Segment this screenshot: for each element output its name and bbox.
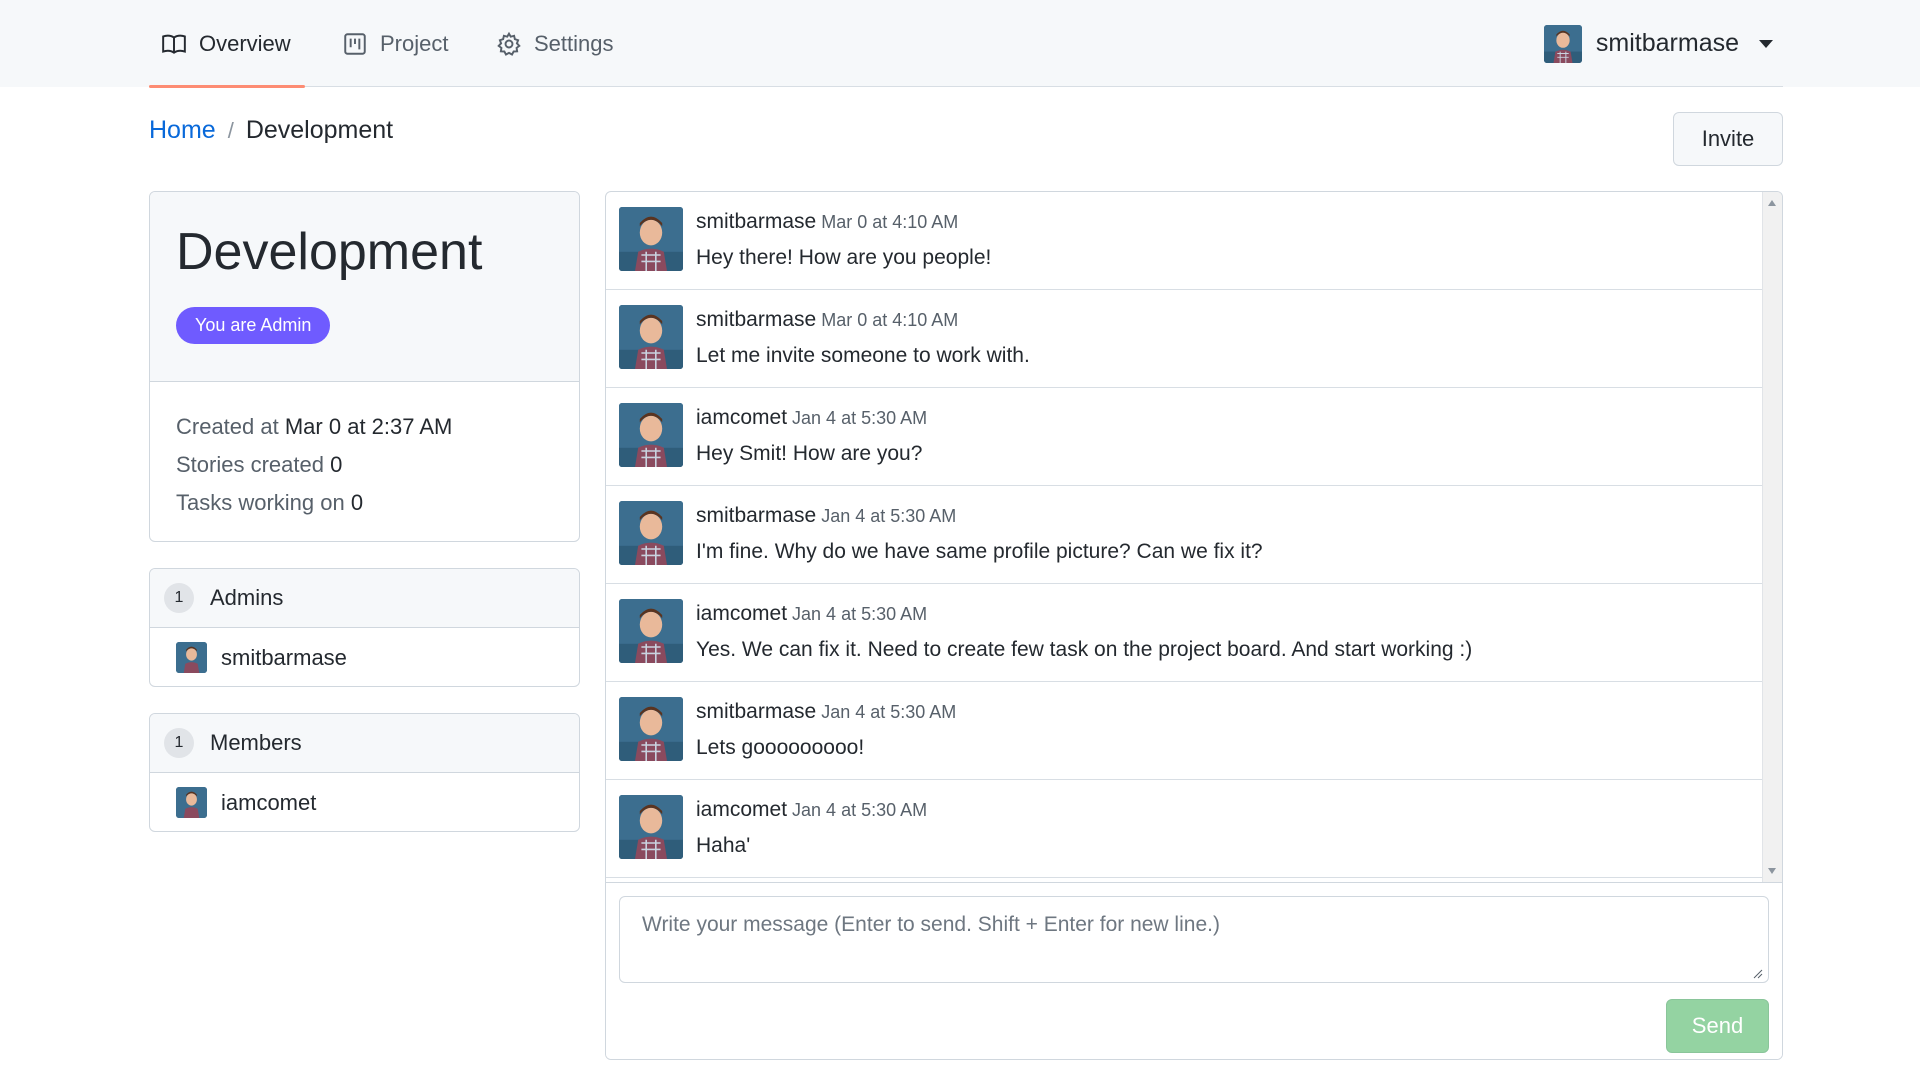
team-title: Development <box>176 223 483 281</box>
avatar <box>619 305 683 369</box>
admins-title: Admins <box>210 585 284 610</box>
message-item: smitbarmase Mar 0 at 4:10 AM Hey there! H… <box>606 192 1762 290</box>
message-input[interactable] <box>619 896 1769 983</box>
message-text: Haha' <box>696 834 751 857</box>
avatar <box>619 403 683 467</box>
tasks-working-value: 0 <box>350 490 364 515</box>
message-meta: smitbarmase Jan 4 at 5:30 AM <box>696 504 956 528</box>
tab-overview-label: Overview <box>199 30 291 56</box>
message-time: Mar 0 at 4:10 AM <box>821 310 959 330</box>
message-time: Jan 4 at 5:30 AM <box>792 604 928 624</box>
admins-count: 1 <box>164 583 194 613</box>
top-navigation: Overview Project Settings smitbarmase <box>0 0 1920 88</box>
message-author: iamcomet <box>696 406 788 429</box>
message-text: I'm fine. Why do we have same profile pi… <box>696 540 1263 563</box>
created-at-label: Created at <box>176 414 279 439</box>
scroll-up-arrow-icon[interactable] <box>1768 200 1776 206</box>
members-header: 1 Members <box>150 714 579 773</box>
stories-created-row: Stories created 0 <box>176 446 553 484</box>
message-list-scrollbar[interactable] <box>1762 192 1782 882</box>
message-meta: iamcomet Jan 4 at 5:30 AM <box>696 406 927 430</box>
created-at-row: Created at Mar 0 at 2:37 AM <box>176 408 553 446</box>
message-meta: smitbarmase Mar 0 at 4:10 AM <box>696 308 958 332</box>
team-info-header: Development You are Admin <box>150 192 579 382</box>
breadcrumb-current: Development <box>245 116 394 144</box>
message-time: Mar 0 at 4:10 AM <box>821 212 959 232</box>
admin-list-item[interactable]: smitbarmase <box>150 628 579 686</box>
members-count: 1 <box>164 728 194 758</box>
message-author: smitbarmase <box>696 210 817 233</box>
scroll-down-arrow-icon[interactable] <box>1768 868 1776 874</box>
message-time: Jan 4 at 5:30 AM <box>792 800 928 820</box>
user-menu-name: smitbarmase <box>1595 29 1739 57</box>
message-text: Let me invite someone to work with. <box>696 344 1030 367</box>
message-item: iamcomet Jan 4 at 5:30 AM Yes. We can fix… <box>606 584 1762 682</box>
message-item: smitbarmase Jan 4 at 5:30 AM I'm fine. Wh… <box>606 486 1762 584</box>
message-time: Jan 4 at 5:30 AM <box>821 702 957 722</box>
members-card: 1 Members iamcomet <box>149 713 580 832</box>
avatar <box>176 787 207 818</box>
gear-icon <box>497 31 521 56</box>
admin-badge: You are Admin <box>176 307 331 345</box>
message-text: Lets gooooooooo! <box>696 736 865 759</box>
message-meta: smitbarmase Jan 4 at 5:30 AM <box>696 700 956 724</box>
message-author: iamcomet <box>696 798 788 821</box>
invite-button[interactable]: Invite <box>1673 112 1783 166</box>
avatar <box>619 501 683 565</box>
member-name: iamcomet <box>221 789 317 815</box>
tab-settings-label: Settings <box>534 30 614 56</box>
team-info-card: Development You are Admin Created at Mar… <box>149 191 580 542</box>
members-title: Members <box>210 730 302 755</box>
created-at-value: Mar 0 at 2:37 AM <box>284 414 453 439</box>
tasks-working-row: Tasks working on 0 <box>176 484 553 522</box>
team-stats: Created at Mar 0 at 2:37 AM Stories crea… <box>150 382 579 522</box>
stories-created-value: 0 <box>330 452 343 477</box>
avatar <box>1543 24 1582 63</box>
user-menu[interactable]: smitbarmase <box>1543 0 1783 87</box>
chevron-down-icon <box>1759 39 1773 48</box>
breadcrumb-separator: / <box>227 117 234 143</box>
tab-project[interactable]: Project <box>342 0 448 87</box>
project-board-icon <box>344 32 366 55</box>
breadcrumb-home-link[interactable]: Home <box>149 116 216 145</box>
tab-overview[interactable]: Overview <box>149 0 305 88</box>
message-author: smitbarmase <box>696 308 817 331</box>
admin-name: smitbarmase <box>221 644 347 670</box>
message-item: iamcomet Jan 4 at 5:30 AM Hey Smit! How a… <box>606 388 1762 486</box>
send-button[interactable]: Send <box>1666 999 1769 1053</box>
message-author: smitbarmase <box>696 700 817 723</box>
message-author: iamcomet <box>696 602 788 625</box>
message-composer: Send <box>606 882 1782 1059</box>
avatar <box>619 599 683 663</box>
message-item: smitbarmase Jan 4 at 5:30 AM Lets goooooo… <box>606 682 1762 780</box>
message-time: Jan 4 at 5:30 AM <box>821 506 957 526</box>
resize-grip-icon[interactable] <box>1753 969 1763 979</box>
tab-settings[interactable]: Settings <box>496 0 614 87</box>
message-item: iamcomet Jan 4 at 5:30 AM Haha' <box>606 780 1762 878</box>
member-list-item[interactable]: iamcomet <box>150 773 579 831</box>
admins-card: 1 Admins smitbarmase <box>149 568 580 687</box>
book-icon <box>162 34 186 54</box>
message-meta: smitbarmase Mar 0 at 4:10 AM <box>696 210 958 234</box>
avatar <box>176 642 207 673</box>
avatar <box>619 207 683 271</box>
message-item: smitbarmase Mar 0 at 4:10 AM Let me invit… <box>606 290 1762 388</box>
top-navigation-inner: Overview Project Settings smitbarmase <box>149 0 1783 88</box>
tasks-working-label: Tasks working on <box>176 490 345 515</box>
message-meta: iamcomet Jan 4 at 5:30 AM <box>696 798 927 822</box>
message-author: smitbarmase <box>696 504 817 527</box>
message-text: Yes. We can fix it. Need to create few t… <box>696 638 1473 661</box>
message-text: Hey Smit! How are you? <box>696 442 923 465</box>
breadcrumb: Home / Development <box>149 116 393 145</box>
message-time: Jan 4 at 5:30 AM <box>792 408 928 428</box>
admins-header: 1 Admins <box>150 569 579 628</box>
message-meta: iamcomet Jan 4 at 5:30 AM <box>696 602 927 626</box>
tab-project-label: Project <box>380 30 449 56</box>
message-text: Hey there! How are you people! <box>696 246 992 269</box>
avatar <box>619 697 683 761</box>
stories-created-label: Stories created <box>176 452 324 477</box>
chat-panel: smitbarmase Mar 0 at 4:10 AM Hey there! H… <box>605 191 1783 1060</box>
message-list[interactable]: smitbarmase Mar 0 at 4:10 AM Hey there! H… <box>606 192 1762 882</box>
avatar <box>619 795 683 859</box>
